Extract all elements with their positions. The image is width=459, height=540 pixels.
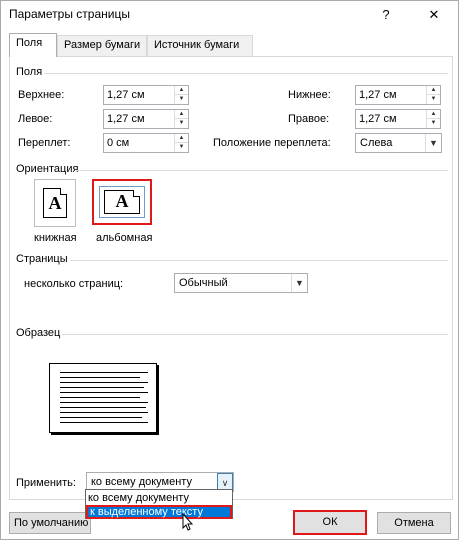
top-margin-value[interactable]: 1,27 см: [107, 89, 145, 101]
landscape-button[interactable]: A: [92, 179, 152, 225]
gutter-position-value: Слева: [360, 137, 393, 149]
left-margin-spinner[interactable]: 1,27 см ▲ ▼: [103, 109, 189, 129]
left-margin-label: Левое:: [18, 113, 53, 125]
preview-line: [60, 402, 148, 403]
spin-down-icon[interactable]: ▼: [427, 119, 440, 128]
preview-line: [60, 397, 140, 398]
ok-button[interactable]: ОК: [293, 510, 367, 535]
spin-up-icon[interactable]: ▲: [427, 86, 440, 95]
spin-up-icon[interactable]: ▲: [427, 110, 440, 119]
gutter-position-select[interactable]: Слева ▼: [355, 133, 442, 153]
help-button[interactable]: ?: [377, 5, 395, 25]
gutter-position-label: Положение переплета:: [213, 137, 331, 149]
page-fold-icon: [133, 190, 140, 197]
bottom-margin-spinner[interactable]: 1,27 см ▲ ▼: [355, 85, 441, 105]
spinner-arrows: ▲ ▼: [174, 110, 188, 128]
preview-line: [60, 382, 148, 383]
spinner-arrows: ▲ ▼: [426, 86, 440, 104]
multiple-pages-select[interactable]: Обычный ▼: [174, 273, 308, 293]
window-title: Параметры страницы: [9, 7, 130, 21]
margins-heading: Поля: [16, 66, 43, 78]
apply-option-selected-text[interactable]: к выделенному тексту: [86, 505, 232, 519]
gutter-spinner[interactable]: 0 см ▲ ▼: [103, 133, 189, 153]
tab-paper-size[interactable]: Размер бумаги: [57, 35, 147, 56]
multiple-pages-value: Обычный: [179, 277, 228, 289]
landscape-focus-frame: A: [99, 186, 145, 218]
right-margin-value[interactable]: 1,27 см: [359, 113, 397, 125]
orientation-heading: Ориентация: [16, 163, 79, 175]
landscape-label: альбомная: [96, 232, 153, 244]
preview-line: [60, 422, 148, 423]
multiple-pages-label: несколько страниц:: [24, 278, 124, 290]
divider: [76, 170, 448, 171]
apply-to-label: Применить:: [16, 477, 76, 489]
spinner-arrows: ▲ ▼: [174, 134, 188, 152]
close-button[interactable]: ✕: [424, 5, 444, 25]
spin-up-icon[interactable]: ▲: [175, 110, 188, 119]
title-bar: Параметры страницы ? ✕: [1, 1, 458, 31]
divider: [70, 260, 448, 261]
spin-up-icon[interactable]: ▲: [175, 134, 188, 143]
right-margin-spinner[interactable]: 1,27 см ▲ ▼: [355, 109, 441, 129]
apply-option-whole-document[interactable]: ко всему документу: [86, 491, 232, 505]
page-fold-icon: [60, 188, 67, 195]
portrait-button[interactable]: A: [34, 179, 76, 227]
gutter-value[interactable]: 0 см: [107, 137, 129, 149]
spinner-arrows: ▲ ▼: [174, 86, 188, 104]
top-margin-spinner[interactable]: 1,27 см ▲ ▼: [103, 85, 189, 105]
divider: [44, 73, 448, 74]
set-default-button[interactable]: По умолчанию: [9, 512, 91, 534]
spinner-arrows: ▲ ▼: [426, 110, 440, 128]
preview-line: [60, 387, 144, 388]
apply-to-value: ко всему документу: [91, 476, 192, 488]
spin-down-icon[interactable]: ▼: [175, 143, 188, 152]
chevron-down-icon[interactable]: ▼: [425, 134, 441, 152]
pages-heading: Страницы: [16, 253, 68, 265]
cancel-button[interactable]: Отмена: [377, 512, 451, 534]
spin-down-icon[interactable]: ▼: [175, 119, 188, 128]
apply-to-dropdown-list: ко всему документу к выделенному тексту: [85, 489, 233, 519]
bottom-margin-label: Нижнее:: [288, 89, 331, 101]
chevron-down-icon[interactable]: ▼: [291, 274, 307, 292]
portrait-letter: A: [48, 193, 62, 213]
preview-line: [60, 412, 148, 413]
page-setup-dialog: Параметры страницы ? ✕ Поля Размер бумаг…: [0, 0, 459, 540]
bottom-margin-value[interactable]: 1,27 см: [359, 89, 397, 101]
portrait-page-icon: A: [43, 188, 67, 218]
mouse-pointer-icon: [182, 513, 194, 531]
top-margin-label: Верхнее:: [18, 89, 65, 101]
divider: [62, 334, 448, 335]
right-margin-label: Правое:: [288, 113, 330, 125]
landscape-page-icon: A: [104, 190, 140, 214]
spin-up-icon[interactable]: ▲: [175, 86, 188, 95]
preview-line: [60, 417, 142, 418]
spin-down-icon[interactable]: ▼: [427, 95, 440, 104]
tab-panel: Поля Верхнее: 1,27 см ▲ ▼ Нижнее: 1,27 с…: [9, 56, 453, 500]
spin-down-icon[interactable]: ▼: [175, 95, 188, 104]
tab-margins[interactable]: Поля: [9, 33, 57, 57]
tab-paper-source[interactable]: Источник бумаги: [147, 35, 253, 56]
preview-line: [60, 392, 148, 393]
preview-line: [60, 377, 140, 378]
gutter-label: Переплет:: [18, 137, 71, 149]
portrait-label: книжная: [34, 232, 77, 244]
preview-page: [49, 363, 157, 433]
preview-heading: Образец: [16, 327, 61, 339]
left-margin-value[interactable]: 1,27 см: [107, 113, 145, 125]
preview-line: [60, 372, 148, 373]
preview-line: [60, 407, 146, 408]
